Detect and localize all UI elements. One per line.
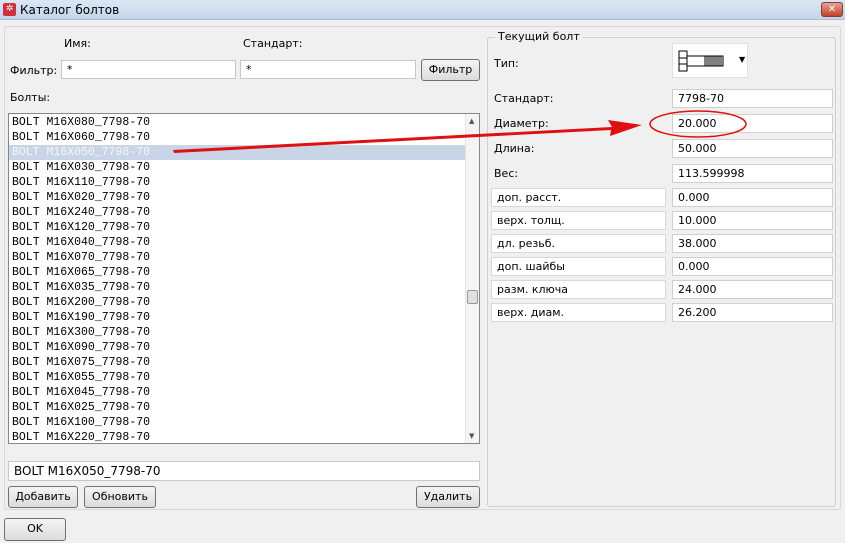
scrollbar[interactable]: ▲ ▼ <box>465 114 479 443</box>
field-value[interactable]: 7798-70 <box>672 89 833 108</box>
filter-name-input[interactable]: * <box>61 60 236 79</box>
update-button[interactable]: Обновить <box>84 486 156 508</box>
field-value[interactable]: 20.000 <box>672 114 833 133</box>
param-label: доп. расст. <box>491 188 666 207</box>
field-label: Стандарт: <box>494 92 554 105</box>
field-label: Вес: <box>494 167 519 180</box>
field-value[interactable]: 113.599998 <box>672 164 833 183</box>
param-label: верх. толщ. <box>491 211 666 230</box>
list-item[interactable]: BOLT M16X050_7798-70 <box>9 145 466 160</box>
bolts-label: Болты: <box>10 91 51 104</box>
add-button[interactable]: Добавить <box>8 486 78 508</box>
param-value[interactable]: 0.000 <box>672 188 833 207</box>
list-item[interactable]: BOLT M16X200_7798-70 <box>9 295 466 310</box>
type-combobox[interactable]: ▼ <box>672 43 748 78</box>
bolts-rows: BOLT M16X080_7798-70 BOLT M16X060_7798-70… <box>9 114 479 445</box>
list-item[interactable]: BOLT M16X030_7798-70 <box>9 160 466 175</box>
param-value[interactable]: 0.000 <box>672 257 833 276</box>
current-bolt-title: Текущий болт <box>495 30 583 43</box>
list-item[interactable]: BOLT M16X100_7798-70 <box>9 415 466 430</box>
bolts-list[interactable]: BOLT M16X080_7798-70 BOLT M16X060_7798-70… <box>8 113 480 444</box>
chevron-down-icon[interactable]: ▼ <box>739 55 745 64</box>
close-button[interactable]: ✕ <box>821 2 843 17</box>
list-item[interactable]: BOLT M16X075_7798-70 <box>9 355 466 370</box>
window-title: Каталог болтов <box>20 3 120 17</box>
list-item[interactable]: BOLT M16X080_7798-70 <box>9 115 466 130</box>
param-label: разм. ключа <box>491 280 666 299</box>
list-item[interactable]: BOLT M16X045_7798-70 <box>9 385 466 400</box>
app-icon: ✲ <box>3 3 16 16</box>
param-value[interactable]: 38.000 <box>672 234 833 253</box>
param-value[interactable]: 24.000 <box>672 280 833 299</box>
filter-label: Фильтр: <box>10 64 58 77</box>
list-item[interactable]: BOLT M16X020_7798-70 <box>9 190 466 205</box>
list-item[interactable]: BOLT M16X060_7798-70 <box>9 130 466 145</box>
delete-button[interactable]: Удалить <box>416 486 480 508</box>
param-label: дл. резьб. <box>491 234 666 253</box>
list-item[interactable]: BOLT M16X065_7798-70 <box>9 265 466 280</box>
list-item[interactable]: BOLT M16X035_7798-70 <box>9 280 466 295</box>
list-item[interactable]: BOLT M16X190_7798-70 <box>9 310 466 325</box>
scroll-down-icon[interactable]: ▼ <box>469 432 474 440</box>
standard-header: Стандарт: <box>243 37 303 50</box>
param-value[interactable]: 10.000 <box>672 211 833 230</box>
title-bar: ✲ Каталог болтов ✕ <box>0 0 845 20</box>
filter-standard-input[interactable]: * <box>240 60 416 79</box>
filter-button[interactable]: Фильтр <box>421 59 480 81</box>
list-item[interactable]: BOLT M16X025_7798-70 <box>9 400 466 415</box>
scrollbar-thumb[interactable] <box>467 290 478 304</box>
param-value[interactable]: 26.200 <box>672 303 833 322</box>
list-item[interactable]: BOLT M16X070_7798-70 <box>9 250 466 265</box>
name-header: Имя: <box>64 37 91 50</box>
type-label: Тип: <box>494 57 519 70</box>
scroll-up-icon[interactable]: ▲ <box>469 117 474 125</box>
param-label: верх. диам. <box>491 303 666 322</box>
list-item[interactable]: BOLT M16X055_7798-70 <box>9 370 466 385</box>
bolt-name-input[interactable]: BOLT M16X050_7798-70 <box>8 461 480 481</box>
list-item[interactable]: BOLT M16X300_7798-70 <box>9 325 466 340</box>
list-item[interactable]: BOLT M16X120_7798-70 <box>9 220 466 235</box>
param-label: доп. шайбы <box>491 257 666 276</box>
list-item[interactable]: BOLT M16X090_7798-70 <box>9 340 466 355</box>
list-item[interactable]: BOLT M16X110_7798-70 <box>9 175 466 190</box>
list-item[interactable]: BOLT M16X240_7798-70 <box>9 205 466 220</box>
field-label: Диаметр: <box>494 117 549 130</box>
list-item[interactable]: BOLT M16X220_7798-70 <box>9 430 466 445</box>
ok-button[interactable]: OK <box>4 518 66 541</box>
field-value[interactable]: 50.000 <box>672 139 833 158</box>
list-item[interactable]: BOLT M16X040_7798-70 <box>9 235 466 250</box>
bolt-type-icon <box>678 50 724 72</box>
field-label: Длина: <box>494 142 535 155</box>
